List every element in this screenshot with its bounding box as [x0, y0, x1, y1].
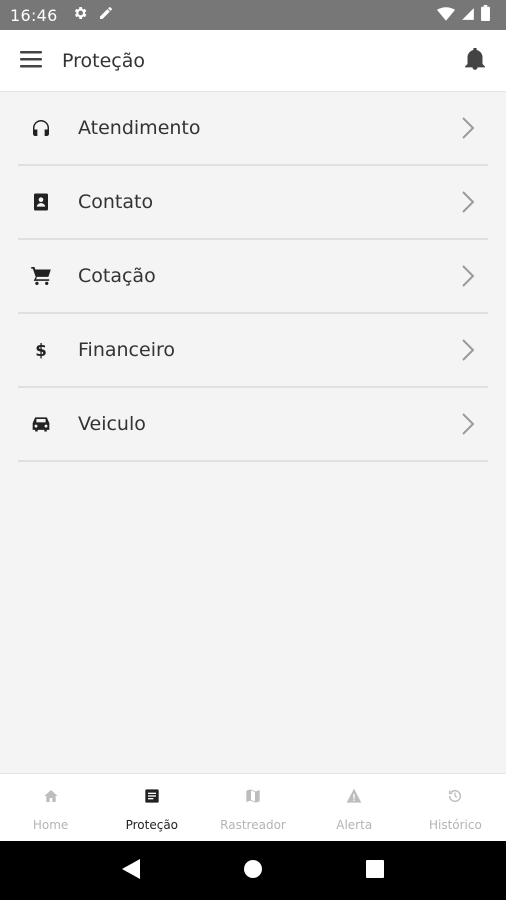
- document-icon: [144, 788, 160, 808]
- nav-home[interactable]: Home: [0, 774, 101, 841]
- back-button[interactable]: [121, 858, 140, 883]
- home-button[interactable]: [243, 859, 263, 883]
- status-bar: 16:46: [0, 0, 506, 30]
- list-item-label: Contato: [78, 191, 154, 213]
- nav-label: Proteção: [125, 818, 179, 832]
- bottom-navigation: Home Proteção Rastreador Alerta Históric…: [0, 773, 506, 841]
- app-bar: Proteção: [0, 30, 506, 92]
- chevron-right-icon: [448, 412, 488, 436]
- list-item-financeiro[interactable]: $ Financeiro: [18, 314, 488, 388]
- list-item-atendimento[interactable]: Atendimento: [18, 92, 488, 166]
- cart-icon: [18, 267, 64, 285]
- nav-rastreador[interactable]: Rastreador: [202, 774, 303, 841]
- nav-label: Home: [32, 818, 69, 832]
- contact-book-icon: [18, 193, 64, 211]
- recents-button[interactable]: [366, 859, 385, 882]
- nav-label: Alerta: [336, 818, 373, 832]
- hamburger-menu-icon: [20, 50, 42, 72]
- list-item-label: Financeiro: [78, 339, 175, 361]
- nav-label: Rastreador: [220, 818, 286, 832]
- settings-gear-icon: [72, 5, 88, 25]
- history-icon: [447, 788, 463, 808]
- map-icon: [245, 788, 261, 808]
- home-icon: [43, 788, 59, 808]
- system-navigation-bar: [0, 841, 506, 900]
- wifi-icon: [437, 6, 455, 25]
- chevron-right-icon: [448, 264, 488, 288]
- list-item-veiculo[interactable]: Veiculo: [18, 388, 488, 462]
- list-item-contato[interactable]: Contato: [18, 166, 488, 240]
- notifications-button[interactable]: [444, 30, 506, 92]
- nav-protecao[interactable]: Proteção: [101, 774, 202, 841]
- nav-label: Histórico: [428, 818, 482, 832]
- chevron-right-icon: [448, 338, 488, 362]
- list-item-label: Cotação: [78, 265, 156, 287]
- nav-historico[interactable]: Histórico: [405, 774, 506, 841]
- menu-list: Atendimento Contato Cotação $ Financeiro: [0, 92, 506, 462]
- pencil-icon: [98, 5, 114, 25]
- svg-text:$: $: [35, 341, 47, 360]
- headset-icon: [18, 120, 64, 136]
- warning-icon: [346, 788, 362, 808]
- signal-icon: [461, 6, 475, 25]
- bell-icon: [465, 46, 485, 74]
- list-item-label: Veiculo: [78, 413, 146, 435]
- chevron-right-icon: [448, 116, 488, 140]
- car-icon: [18, 416, 64, 432]
- page-title: Proteção: [62, 49, 145, 72]
- list-item-label: Atendimento: [78, 117, 201, 139]
- nav-alerta[interactable]: Alerta: [304, 774, 405, 841]
- battery-icon: [481, 5, 490, 25]
- chevron-right-icon: [448, 190, 488, 214]
- status-time: 16:46: [10, 5, 58, 25]
- menu-button[interactable]: [0, 30, 62, 92]
- list-item-cotacao[interactable]: Cotação: [18, 240, 488, 314]
- dollar-icon: $: [18, 340, 64, 360]
